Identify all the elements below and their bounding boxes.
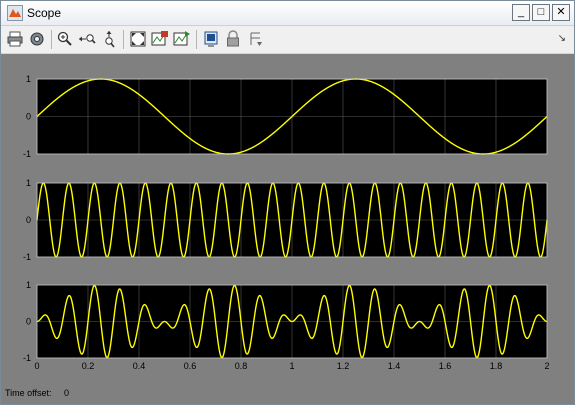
lock-icon xyxy=(227,30,239,47)
autoscale-icon xyxy=(130,31,146,47)
x-tick-label: 1.8 xyxy=(490,361,503,371)
x-tick-label: 2 xyxy=(544,361,549,371)
toolbar-corner-icon[interactable]: ↘ xyxy=(558,33,566,44)
close-button[interactable]: ✕ xyxy=(552,4,570,21)
restore-axes-button[interactable] xyxy=(173,30,191,48)
y-tick-label: 0 xyxy=(26,317,31,327)
autoscale-button[interactable] xyxy=(129,30,147,48)
toolbar: ↘ xyxy=(1,26,574,54)
save-axes-icon xyxy=(151,31,168,46)
toolbar-separator xyxy=(123,30,124,49)
x-tick-label: 0.8 xyxy=(235,361,248,371)
toolbar-separator xyxy=(51,30,52,49)
restore-axes-icon xyxy=(173,31,190,46)
x-tick-label: 0.2 xyxy=(82,361,95,371)
zoom-y-icon xyxy=(105,31,115,48)
y-tick-label: -1 xyxy=(23,353,31,363)
scope-axes-canvas: -101-101-1010 0.2 0.4 0.6 0.8 1 1.2 1.4 1.6 1.8 2 xyxy=(23,74,550,371)
y-tick-label: -1 xyxy=(23,149,31,159)
time-offset-label: Time offset: xyxy=(5,388,52,398)
signal-selection-button[interactable] xyxy=(246,30,264,48)
minimize-button[interactable]: _ xyxy=(512,4,530,21)
scope-plot-area: -1 0 1 -1 0 1 -1 0 1 0 0.2 0.4 0.6 0.8 1 1.2 1.4 1.6 1.8 2 … xyxy=(1,54,574,404)
x-tick-label: 1 xyxy=(289,361,294,371)
y-tick-label: 0 xyxy=(26,215,31,225)
magnifier-icon xyxy=(57,31,72,46)
signal-selection-icon xyxy=(250,32,262,46)
x-tick-label: 1.6 xyxy=(439,361,452,371)
y-tick-label: 1 xyxy=(26,178,31,188)
floating-scope-button[interactable] xyxy=(202,30,220,48)
printer-icon xyxy=(7,31,23,47)
zoom-y-button[interactable] xyxy=(100,30,118,48)
save-axes-button[interactable] xyxy=(151,30,169,48)
x-tick-label: 0.6 xyxy=(184,361,197,371)
zoom-x-button[interactable] xyxy=(78,30,96,48)
window-title: Scope xyxy=(27,6,62,20)
zoom-in-button[interactable] xyxy=(56,30,74,48)
x-tick-label: 0 xyxy=(34,361,39,371)
x-tick-label: 0.4 xyxy=(133,361,146,371)
print-button[interactable] xyxy=(6,30,24,48)
toolbar-separator xyxy=(196,30,197,49)
y-tick-label: 1 xyxy=(26,280,31,290)
scope-window: Scope _ □ ✕ ↘ -1 0 1 -1 0 1 -1 0 1 0 0.2… xyxy=(0,0,575,405)
floating-icon xyxy=(204,31,218,47)
gear-icon xyxy=(30,32,44,46)
lock-axes-button[interactable] xyxy=(224,30,242,48)
zoom-x-icon xyxy=(79,34,96,44)
maximize-button[interactable]: □ xyxy=(532,4,550,21)
time-offset-value: 0 xyxy=(64,388,70,398)
y-tick-label: 0 xyxy=(26,112,31,122)
title-bar[interactable]: Scope _ □ ✕ xyxy=(1,1,574,26)
x-tick-label: 1.4 xyxy=(388,361,401,371)
y-tick-label: -1 xyxy=(23,252,31,262)
parameters-button[interactable] xyxy=(28,30,46,48)
x-tick-label: 1.2 xyxy=(337,361,350,371)
y-tick-label: 1 xyxy=(26,74,31,84)
matlab-scope-app-icon xyxy=(7,5,23,21)
